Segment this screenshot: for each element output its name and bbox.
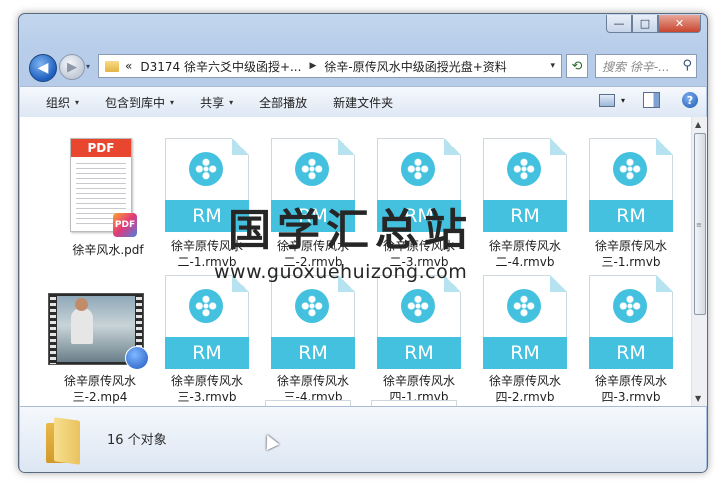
view-options-dropdown-icon[interactable]: ▾: [621, 96, 625, 105]
forward-button[interactable]: ▶: [59, 54, 85, 80]
watermark-title: 国学汇总站: [228, 206, 473, 256]
file-name: 徐辛原传风水三-1.rmvb: [594, 239, 667, 269]
play-all-button[interactable]: 全部播放: [246, 94, 320, 111]
chevron-down-icon: ▾: [229, 97, 234, 107]
scroll-down-icon[interactable]: ▼: [695, 394, 701, 403]
file-name: 徐辛原传风水二-4.rmvb: [488, 239, 561, 269]
rmvb-file-icon: RM: [589, 138, 673, 232]
rmvb-file-icon: RM: [589, 275, 673, 369]
breadcrumb-parent[interactable]: D3174 徐辛六爻中级函授+...: [140, 58, 301, 75]
include-library-label: 包含到库中: [105, 95, 166, 110]
breadcrumb-separator-icon[interactable]: ▶: [309, 61, 316, 71]
search-placeholder: 搜索 徐辛-...: [602, 59, 670, 74]
item-count: 16 个对象: [107, 433, 167, 448]
pdf-file-icon: PDF PDF: [70, 138, 137, 237]
address-dropdown-icon[interactable]: ▾: [550, 61, 555, 71]
preview-pane-icon[interactable]: [643, 92, 660, 108]
address-bar[interactable]: « D3174 徐辛六爻中级函授+... ▶ 徐辛-原传风水中级函授光盘+资料 …: [98, 54, 562, 78]
watermark-url: www.guoxuehuizong.com: [214, 261, 468, 283]
rm-band: RM: [165, 337, 249, 369]
vertical-scrollbar[interactable]: ▲ ≡ ▼: [691, 117, 707, 406]
share-menu[interactable]: 共享 ▾: [187, 94, 246, 111]
pdf-icon-head: PDF: [71, 139, 131, 157]
rmvb-file-icon: RM: [483, 138, 567, 232]
forward-arrow-icon: ▶: [67, 59, 77, 75]
pdf-app-badge-icon: PDF: [113, 213, 137, 237]
breadcrumb-current[interactable]: 徐辛-原传风水中级函授光盘+资料: [324, 58, 506, 75]
caption-buttons: — □ ✕: [606, 15, 701, 33]
search-icon[interactable]: ⚲: [682, 58, 692, 73]
search-input[interactable]: 搜索 徐辛-... ⚲: [595, 54, 697, 78]
file-name: 徐辛原传风水四-2.rmvb: [488, 374, 561, 404]
command-bar: 组织 ▾ 包含到库中 ▾ 共享 ▾ 全部播放 新建文件夹 ▾ ?: [20, 86, 706, 118]
rmvb-file-icon: RM: [377, 275, 461, 369]
rmvb-file-icon: RM: [271, 275, 355, 369]
chevron-down-icon: ▾: [75, 97, 80, 107]
rmvb-file-icon: RM: [483, 275, 567, 369]
scrollbar-grip-icon: ≡: [696, 221, 702, 229]
help-icon[interactable]: ?: [682, 92, 698, 108]
file-name: 徐辛原传风水四-3.rmvb: [594, 374, 667, 404]
refresh-button[interactable]: ⟲: [566, 54, 588, 78]
folder-icon: [46, 417, 94, 465]
close-button[interactable]: ✕: [658, 15, 701, 33]
rm-band: RM: [483, 337, 567, 369]
chevron-down-icon: ▾: [170, 97, 175, 107]
maximize-button[interactable]: □: [632, 15, 658, 33]
folder-icon: [105, 60, 119, 72]
file-name: 徐辛原传风水三-3.rmvb: [170, 374, 243, 404]
organize-menu[interactable]: 组织 ▾: [20, 94, 92, 111]
refresh-icon: ⟲: [571, 58, 583, 74]
breadcrumb-overflow-icon[interactable]: «: [125, 59, 132, 73]
back-button[interactable]: ◀: [29, 54, 57, 82]
rm-band: RM: [589, 337, 673, 369]
new-folder-button[interactable]: 新建文件夹: [320, 94, 406, 111]
organize-label: 组织: [46, 95, 71, 110]
back-arrow-icon: ◀: [37, 60, 49, 76]
file-name: 徐辛原传风水三-2.mp4: [63, 374, 136, 404]
scroll-up-icon[interactable]: ▲: [695, 120, 701, 129]
media-player-badge-icon: [125, 346, 149, 370]
video-thumbnail-icon: [48, 293, 149, 370]
minimize-button[interactable]: —: [606, 15, 632, 33]
recent-pages-button[interactable]: ▾: [86, 62, 90, 71]
rm-band: RM: [589, 200, 673, 232]
include-in-library-menu[interactable]: 包含到库中 ▾: [92, 94, 187, 111]
rmvb-file-icon: RM: [165, 275, 249, 369]
rm-band: RM: [271, 337, 355, 369]
rm-band: RM: [377, 337, 461, 369]
navigation-bar: ◀ ▶ ▾ « D3174 徐辛六爻中级函授+... ▶ 徐辛-原传风水中级函授…: [19, 50, 707, 82]
share-label: 共享: [200, 95, 225, 110]
rm-band: RM: [483, 200, 567, 232]
details-pane: 16 个对象: [20, 406, 706, 472]
change-view-icon[interactable]: [598, 93, 615, 107]
